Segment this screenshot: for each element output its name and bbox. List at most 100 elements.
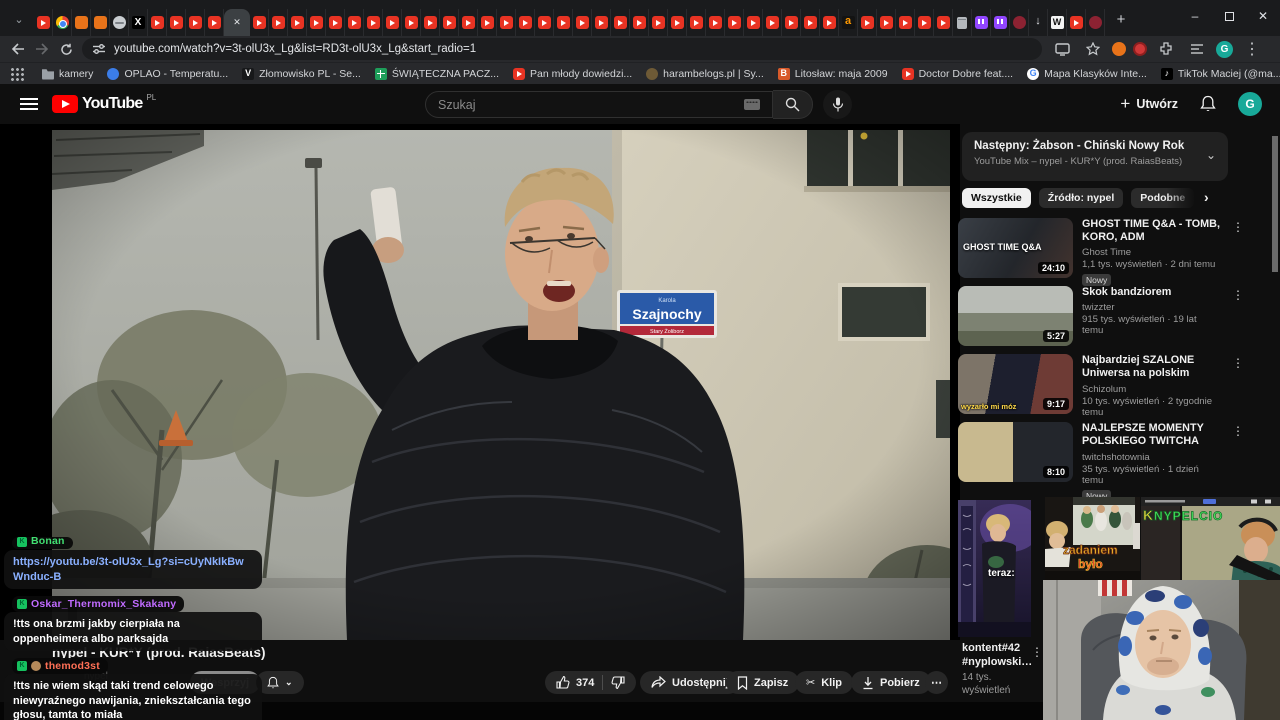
thumbs-down-icon[interactable] bbox=[611, 676, 625, 689]
bookmark-item[interactable]: OPLAO - Temperatu... bbox=[107, 67, 228, 80]
save-button[interactable]: Zapisz bbox=[726, 671, 800, 694]
tab-amazon[interactable] bbox=[839, 9, 858, 36]
download-button[interactable]: Pobierz bbox=[851, 671, 931, 694]
chip-source[interactable]: Źródło: nypel bbox=[1038, 188, 1124, 208]
tab-yt[interactable] bbox=[307, 9, 326, 36]
send-to-device-icon[interactable] bbox=[1050, 39, 1074, 59]
up-next-card[interactable]: Następny: Żabson - Chiński Nowy Rok YouT… bbox=[962, 132, 1228, 181]
tab-yt[interactable] bbox=[877, 9, 896, 36]
bookmark-item[interactable]: Doctor Dobre feat.... bbox=[901, 67, 1013, 80]
like-dislike-buttons[interactable]: 374 bbox=[545, 671, 637, 694]
video-channel[interactable]: Schizolum bbox=[1082, 384, 1220, 395]
tab-yt[interactable] bbox=[687, 9, 706, 36]
video-thumbnail[interactable]: 5:27 bbox=[958, 286, 1073, 346]
tab-orange[interactable] bbox=[72, 9, 91, 36]
video-thumbnail[interactable]: wyzarło mi móz 9:17 bbox=[958, 354, 1073, 414]
tab-yt[interactable] bbox=[535, 9, 554, 36]
tab-yt[interactable] bbox=[630, 9, 649, 36]
bookmark-star-icon[interactable] bbox=[1081, 39, 1105, 59]
tab-yt[interactable] bbox=[364, 9, 383, 36]
site-info-icon[interactable] bbox=[92, 42, 106, 56]
bookmark-item[interactable]: Litosław: maja 2009 bbox=[777, 67, 888, 80]
voice-search-button[interactable] bbox=[823, 90, 852, 119]
notifications-bell-icon[interactable] bbox=[1200, 95, 1216, 113]
tab-yt[interactable] bbox=[592, 9, 611, 36]
close-button[interactable]: ✕ bbox=[1246, 0, 1280, 32]
tab-yt[interactable] bbox=[573, 9, 592, 36]
clip-button[interactable]: ✂ Klip bbox=[795, 671, 853, 694]
tab-yt[interactable] bbox=[820, 9, 839, 36]
recommended-video-item[interactable]: 8:10 NAJLEPSZE MOMENTY POLSKIEGO TWITCHA … bbox=[956, 418, 1246, 502]
new-tab-button[interactable]: + bbox=[1109, 7, 1133, 31]
tab-yt[interactable] bbox=[516, 9, 535, 36]
video-thumbnail[interactable]: GHOST TIME Q&A 24:10 bbox=[958, 218, 1073, 278]
tab-yt[interactable] bbox=[706, 9, 725, 36]
tab-yt[interactable] bbox=[421, 9, 440, 36]
search-input[interactable]: Szukaj bbox=[425, 91, 773, 118]
video-menu-icon[interactable]: ⋮ bbox=[1232, 424, 1244, 438]
tab-twitch[interactable] bbox=[991, 9, 1010, 36]
tab-twitch[interactable] bbox=[972, 9, 991, 36]
maximize-button[interactable] bbox=[1212, 0, 1246, 32]
tab-darkred[interactable] bbox=[1086, 9, 1105, 36]
tab-yt[interactable] bbox=[934, 9, 953, 36]
tab-darkred[interactable] bbox=[1010, 9, 1029, 36]
tab-yt[interactable] bbox=[782, 9, 801, 36]
tab-yt[interactable] bbox=[148, 9, 167, 36]
address-bar[interactable]: youtube.com/watch?v=3t-olU3x_Lg&list=RD3… bbox=[82, 38, 1042, 60]
tab-x[interactable] bbox=[129, 9, 148, 36]
video-channel[interactable]: Ghost Time bbox=[1082, 247, 1220, 258]
tab-yt[interactable] bbox=[725, 9, 744, 36]
tab-yt[interactable] bbox=[744, 9, 763, 36]
tab-yt[interactable] bbox=[167, 9, 186, 36]
bookmark-item[interactable]: harambelogs.pl | Sy... bbox=[646, 67, 764, 80]
share-button[interactable]: Udostępnij bbox=[640, 671, 740, 694]
tab-orange[interactable] bbox=[91, 9, 110, 36]
tab-yt[interactable] bbox=[345, 9, 364, 36]
video-title[interactable]: GHOST TIME Q&A - TOMB, KORO, ADM bbox=[1082, 218, 1220, 244]
tab-search-icon[interactable]: ⌄ bbox=[6, 6, 32, 32]
reload-icon[interactable] bbox=[54, 39, 78, 59]
more-actions-button[interactable]: ⋯ bbox=[925, 671, 948, 694]
tab-yt[interactable] bbox=[896, 9, 915, 36]
bookmark-item[interactable]: TikTok Maciej (@ma... bbox=[1160, 67, 1280, 80]
youtube-logo[interactable]: YouTube PL bbox=[52, 93, 156, 113]
video-thumbnail[interactable]: 8:10 bbox=[958, 422, 1073, 482]
tab-yt[interactable] bbox=[858, 9, 877, 36]
video-channel[interactable]: twizzter bbox=[1082, 302, 1220, 313]
tab-yt[interactable] bbox=[288, 9, 307, 36]
tab-yt[interactable] bbox=[459, 9, 478, 36]
chevron-down-icon[interactable]: ⌄ bbox=[1206, 148, 1216, 162]
search-button[interactable] bbox=[773, 90, 813, 119]
tab-yt[interactable] bbox=[554, 9, 573, 36]
create-button[interactable]: + Utwórz bbox=[1120, 94, 1178, 114]
video-title[interactable]: NAJLEPSZE MOMENTY POLSKIEGO TWITCHA #425 bbox=[1082, 422, 1220, 449]
shorts-thumbnail-zadaniem[interactable]: zadaniem było bbox=[1045, 497, 1140, 585]
tab-yt[interactable] bbox=[478, 9, 497, 36]
page-scrollbar[interactable] bbox=[1272, 136, 1278, 272]
extension-icon-adblock[interactable] bbox=[1133, 42, 1147, 56]
guide-menu-icon[interactable] bbox=[20, 98, 38, 110]
tab-globe[interactable] bbox=[110, 9, 129, 36]
bookmark-item[interactable]: Złomowisko PL - Se... bbox=[242, 67, 361, 80]
thumbs-up-icon[interactable] bbox=[556, 676, 570, 689]
tab-download[interactable] bbox=[1029, 9, 1048, 36]
browser-profile-avatar[interactable]: G bbox=[1216, 40, 1233, 58]
video-menu-icon[interactable]: ⋮ bbox=[1232, 220, 1244, 234]
apps-grid-icon[interactable] bbox=[10, 66, 24, 81]
tab-yt[interactable] bbox=[34, 9, 53, 36]
recommended-video-item[interactable]: wyzarło mi móz 9:17 Najbardziej SZALONE Un… bbox=[956, 350, 1246, 418]
shorts-item-title[interactable]: kontent#42 #nyplowski… bbox=[962, 641, 1042, 669]
tab-yt[interactable] bbox=[611, 9, 630, 36]
active-tab[interactable] bbox=[224, 9, 250, 36]
tab-wiki[interactable] bbox=[1048, 9, 1067, 36]
video-menu-icon[interactable]: ⋮ bbox=[1232, 288, 1244, 302]
video-title[interactable]: Najbardziej SZALONE Uniwersa na polskim … bbox=[1082, 354, 1220, 381]
video-title[interactable]: Skok bandziorem bbox=[1082, 286, 1220, 299]
bookmark-item[interactable]: kamery bbox=[42, 68, 93, 80]
back-icon[interactable] bbox=[6, 39, 30, 59]
chip-all[interactable]: Wszystkie bbox=[962, 188, 1031, 208]
tab-yt[interactable] bbox=[326, 9, 345, 36]
keyboard-icon[interactable] bbox=[744, 99, 760, 110]
extension-icon-orange[interactable] bbox=[1112, 42, 1126, 56]
